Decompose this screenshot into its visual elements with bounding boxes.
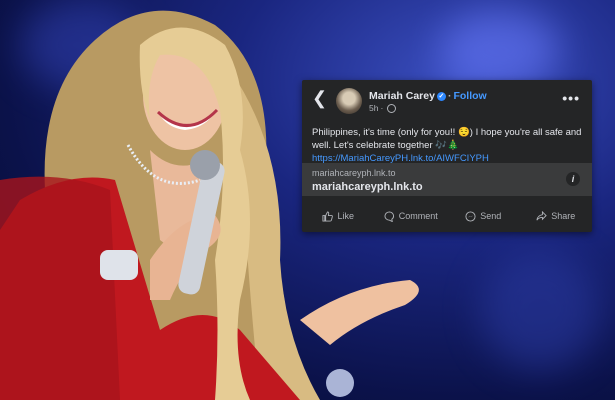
more-options-icon[interactable]: ••• xyxy=(562,90,580,106)
author-line: Mariah Carey ✓ · Follow xyxy=(369,90,487,102)
comment-label: Comment xyxy=(398,211,438,221)
comment-button[interactable]: Comment xyxy=(375,204,448,228)
verified-badge-icon: ✓ xyxy=(436,91,446,101)
like-icon xyxy=(322,210,334,222)
share-button[interactable]: Share xyxy=(520,204,593,228)
like-button[interactable]: Like xyxy=(302,204,375,228)
separator-dot: · xyxy=(380,103,384,113)
messenger-icon xyxy=(465,210,476,222)
share-icon xyxy=(536,210,547,220)
like-label: Like xyxy=(337,211,354,221)
separator-dot: · xyxy=(447,90,452,102)
send-button[interactable]: Send xyxy=(447,204,520,228)
info-icon[interactable]: i xyxy=(566,172,580,186)
link-domain: mariahcareyph.lnk.to xyxy=(312,168,396,178)
post-message: Philippines, it's time (only for you!! 😌… xyxy=(312,127,582,151)
avatar[interactable] xyxy=(336,88,362,114)
post-meta: 5h · xyxy=(369,103,397,114)
comment-icon xyxy=(384,210,394,222)
share-label: Share xyxy=(551,211,576,221)
back-arrow-icon[interactable]: ❮ xyxy=(312,88,327,108)
post-time[interactable]: 5h xyxy=(369,103,378,113)
link-title[interactable]: mariahcareyph.lnk.to xyxy=(312,181,423,193)
facebook-post-card: ❮ Mariah Carey ✓ · Follow 5h · ••• Philippin… xyxy=(302,80,592,232)
post-text: Philippines, it's time (only for you!! 😌… xyxy=(312,126,587,165)
send-label: Send xyxy=(480,211,502,221)
author-name[interactable]: Mariah Carey xyxy=(369,90,435,102)
follow-button[interactable]: Follow xyxy=(453,90,486,102)
post-header: ❮ Mariah Carey ✓ · Follow 5h · ••• xyxy=(302,80,592,120)
globe-icon xyxy=(387,104,397,114)
action-bar: Like Comment Send Share xyxy=(302,204,592,228)
